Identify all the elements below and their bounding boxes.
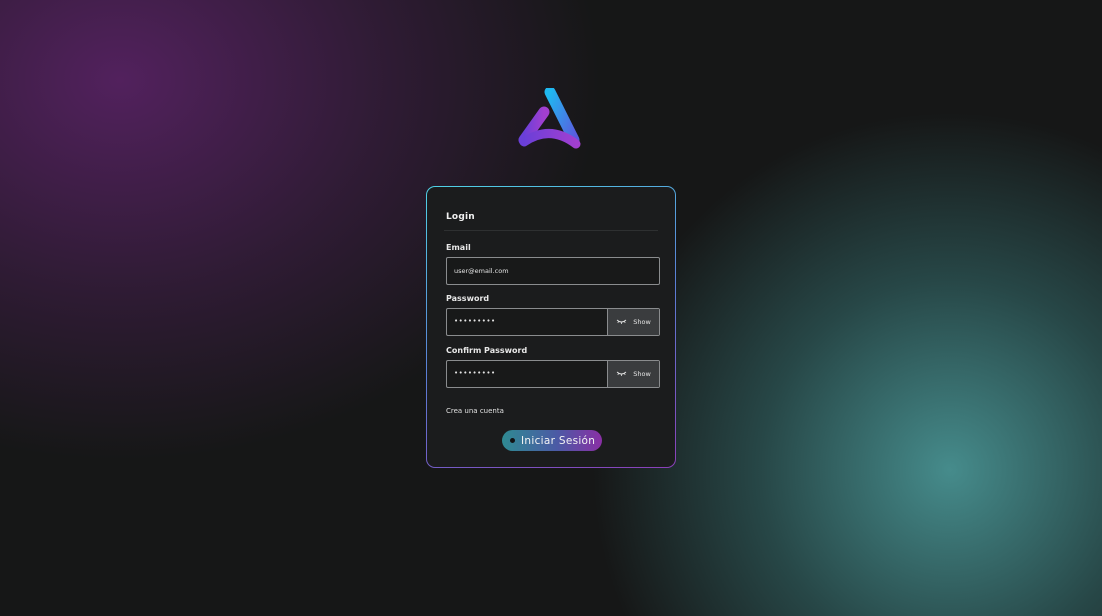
login-submit-button[interactable]: Iniciar Sesión [502, 430, 602, 451]
password-show-button[interactable]: Show [607, 309, 659, 335]
confirm-password-value: ••••••••• [454, 369, 496, 377]
eye-closed-icon [616, 371, 627, 376]
confirm-password-field[interactable]: ••••••••• Show [446, 360, 660, 388]
email-field[interactable]: user@email.com [446, 257, 660, 285]
create-account-link[interactable]: Crea una cuenta [446, 407, 504, 415]
confirm-password-show-label: Show [633, 370, 651, 378]
confirm-password-show-button[interactable]: Show [607, 361, 659, 387]
password-label: Password [446, 294, 490, 303]
confirm-password-label: Confirm Password [446, 346, 528, 355]
email-value: user@email.com [454, 267, 509, 275]
password-field[interactable]: ••••••••• Show [446, 308, 660, 336]
login-card: Login Email user@email.com Password ••••… [426, 186, 676, 468]
password-show-label: Show [633, 318, 651, 326]
submit-label: Iniciar Sesión [521, 434, 596, 447]
triangle-a-logo-icon [518, 88, 581, 149]
password-value: ••••••••• [454, 317, 496, 325]
email-label: Email [446, 243, 471, 252]
dot-icon [510, 438, 515, 443]
login-title: Login [446, 212, 475, 222]
title-divider [444, 230, 658, 231]
eye-closed-icon [616, 319, 627, 324]
